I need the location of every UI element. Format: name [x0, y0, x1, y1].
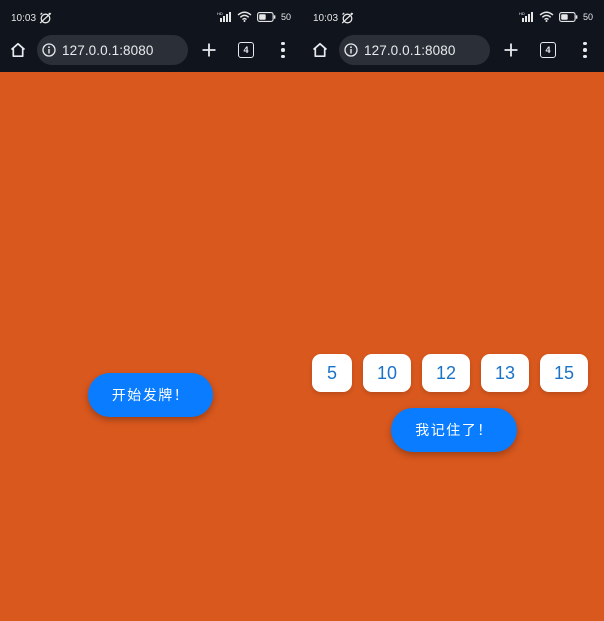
signal-icon: HD	[519, 11, 534, 22]
number-card[interactable]: 5	[312, 354, 352, 392]
plus-icon[interactable]	[500, 39, 522, 61]
status-bar: 10:03 HD 50	[302, 0, 604, 36]
url-text[interactable]: 127.0.0.1:8080	[62, 43, 153, 58]
phone-screen-left: 10:03 HD 50 127.0.0.1:8080 4 开始发牌！	[0, 0, 302, 621]
battery-level: 50	[582, 11, 593, 22]
browser-toolbar: 127.0.0.1:8080 4	[0, 34, 302, 66]
number-card[interactable]: 12	[422, 354, 470, 392]
address-bar[interactable]: 127.0.0.1:8080	[37, 35, 188, 65]
alarm-off-icon	[39, 12, 52, 24]
info-icon[interactable]	[344, 43, 358, 57]
alarm-off-icon	[341, 12, 354, 24]
browser-toolbar: 127.0.0.1:8080 4	[302, 34, 604, 66]
browser-chrome: 10:03 HD 50 127.0.0.1:8080 4	[302, 0, 604, 72]
status-bar: 10:03 HD 50	[0, 0, 302, 36]
tab-count: 4	[545, 45, 551, 55]
plus-icon[interactable]	[198, 39, 220, 61]
more-vert-icon[interactable]	[276, 40, 290, 60]
wifi-icon	[237, 11, 252, 22]
url-text[interactable]: 127.0.0.1:8080	[364, 43, 455, 58]
tab-count: 4	[243, 45, 249, 55]
signal-icon: HD	[217, 11, 232, 22]
wifi-icon	[539, 11, 554, 22]
tab-switcher-icon[interactable]: 4	[238, 42, 254, 58]
status-time: 10:03	[313, 12, 339, 24]
number-card[interactable]: 10	[363, 354, 411, 392]
address-bar[interactable]: 127.0.0.1:8080	[339, 35, 490, 65]
status-time: 10:03	[11, 12, 37, 24]
battery-level: 50	[280, 11, 291, 22]
svg-text:HD: HD	[519, 11, 525, 16]
info-icon[interactable]	[42, 43, 56, 57]
battery-icon	[257, 11, 276, 22]
home-icon[interactable]	[310, 40, 330, 60]
svg-text:HD: HD	[217, 11, 223, 16]
phone-screen-right: 10:03 HD 50 127.0.0.1:8080 4 5 10 12 13 …	[302, 0, 604, 621]
more-vert-icon[interactable]	[578, 40, 592, 60]
tab-switcher-icon[interactable]: 4	[540, 42, 556, 58]
battery-icon	[559, 11, 578, 22]
browser-chrome: 10:03 HD 50 127.0.0.1:8080 4	[0, 0, 302, 72]
number-card[interactable]: 15	[540, 354, 588, 392]
home-icon[interactable]	[8, 40, 28, 60]
remembered-button[interactable]: 我记住了！	[391, 408, 517, 452]
number-card[interactable]: 13	[481, 354, 529, 392]
start-dealing-button[interactable]: 开始发牌！	[88, 373, 213, 417]
